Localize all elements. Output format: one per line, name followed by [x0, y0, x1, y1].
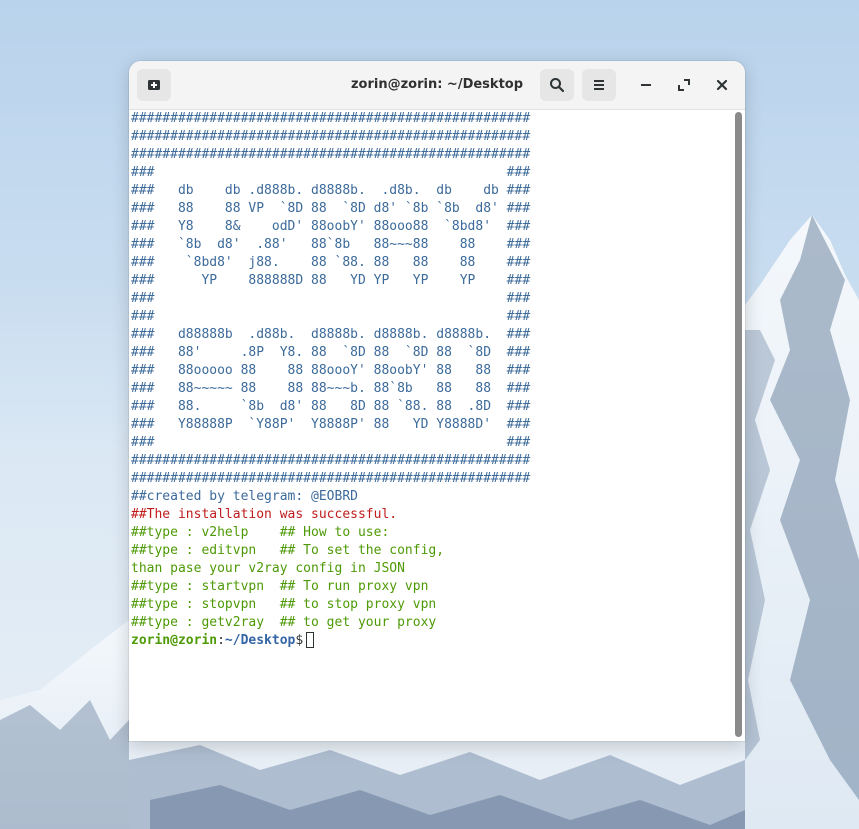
created-by-line: ##created by telegram: @EOBRD	[131, 489, 358, 504]
shell-prompt[interactable]: zorin@zorin:~/Desktop$	[131, 632, 315, 650]
prompt-user: zorin@zorin	[131, 633, 218, 648]
title-bar[interactable]: zorin@zorin: ~/Desktop	[129, 61, 745, 110]
help-line: ##type : startvpn ## To run proxy vpn	[131, 579, 429, 594]
menu-button[interactable]	[582, 69, 616, 101]
success-message: ##The installation was successful.	[131, 507, 398, 522]
banner-line: ### db db .d888b. d8888b. .d8b. db db ##…	[131, 183, 531, 198]
banner-line: ### ###	[131, 291, 531, 306]
maximize-button[interactable]	[670, 71, 698, 99]
banner-line: ### Y88888P `Y88P' Y8888P' 88 YD Y8888D'…	[131, 417, 531, 432]
help-line: ##type : v2help ## How to use:	[131, 525, 390, 540]
new-tab-icon	[148, 80, 160, 90]
text-cursor	[306, 632, 315, 648]
banner-line: ########################################…	[131, 453, 531, 468]
terminal-output[interactable]: ########################################…	[129, 110, 733, 741]
banner-line: ########################################…	[131, 111, 531, 126]
prompt-path: ~/Desktop	[224, 633, 296, 648]
minimize-button[interactable]	[632, 71, 660, 99]
minimize-icon	[641, 84, 651, 86]
banner-line: ### Y8 8& odD' 88oobY' 88ooo88 `8bd8' ##…	[131, 219, 531, 234]
scrollbar[interactable]	[735, 112, 742, 737]
banner-line: ### YP 888888D 88 YD YP YP YP ###	[131, 273, 531, 288]
banner-line: ### 88~~~~~ 88 88 88~~~b. 88`8b 88 88 ##…	[131, 381, 531, 396]
help-line: ##type : stopvpn ## to stop proxy vpn	[131, 597, 437, 612]
banner-line: ### 88 88 VP `8D 88 `8D d8' `8b `8b d8' …	[131, 201, 531, 216]
search-icon	[550, 78, 565, 93]
banner-line: ### 88' .8P Y8. 88 `8D 88 `8D 88 `8D ###	[131, 345, 531, 360]
help-line: than pase your v2ray config in JSON	[131, 561, 405, 576]
banner-line: ########################################…	[131, 147, 531, 162]
banner-line: ### 88. `8b d8' 88 8D 88 `88. 88 .8D ###	[131, 399, 531, 414]
banner-line: ### `8b d8' .88' 88`8b 88~~~88 88 ###	[131, 237, 531, 252]
banner-line: ########################################…	[131, 129, 531, 144]
hamburger-menu-icon	[594, 80, 604, 90]
help-line: ##type : getv2ray ## to get your proxy	[131, 615, 437, 630]
maximize-icon	[678, 79, 690, 91]
banner-line: ### ###	[131, 309, 531, 324]
banner-line: ### ###	[131, 435, 531, 450]
new-tab-button[interactable]	[137, 69, 171, 101]
prompt-symbol: $	[295, 633, 304, 648]
prompt-separator: :	[217, 633, 225, 648]
terminal-window: zorin@zorin: ~/Desktop #################…	[129, 61, 745, 741]
help-line: ##type : editvpn ## To set the config,	[131, 543, 445, 558]
banner-line: ### `8bd8' j88. 88 `88. 88 88 88 ###	[131, 255, 531, 270]
banner-line: ### d88888b .d88b. d8888b. d8888b. d8888…	[131, 327, 531, 342]
close-icon	[716, 79, 728, 91]
banner-line: ### ###	[131, 165, 531, 180]
search-button[interactable]	[540, 69, 574, 101]
window-title: zorin@zorin: ~/Desktop	[350, 77, 524, 92]
close-button[interactable]	[708, 71, 736, 99]
banner-line: ### 88ooooo 88 88 88oooY' 88oobY' 88 88 …	[131, 363, 531, 378]
banner-line: ########################################…	[131, 471, 531, 486]
